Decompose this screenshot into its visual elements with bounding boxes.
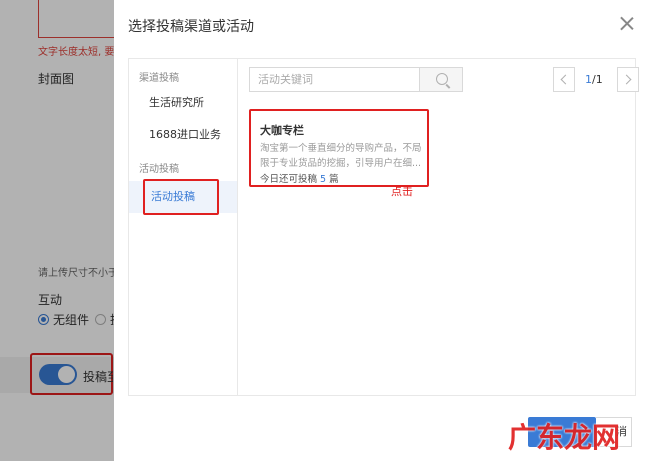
quota-prefix: 今日还可投稿 [260, 174, 318, 185]
card-quota: 今日还可投稿 5 篇 [260, 171, 339, 185]
activity-card[interactable]: 大咖专栏 淘宝第一个垂直细分的导购产品，不局 限于专业货品的挖掘，引导用户在细.… [249, 109, 429, 187]
current-page: 1 [585, 73, 592, 86]
close-icon[interactable] [620, 16, 634, 30]
card-desc-line1: 淘宝第一个垂直细分的导购产品，不局 [260, 143, 422, 154]
quota-count: 5 [320, 174, 327, 185]
channel-select-dialog: 选择投稿渠道或活动 渠道投稿 生活研究所 1688进口业务 活动投稿 活动投稿 … [114, 0, 650, 461]
next-page-button[interactable] [617, 67, 639, 92]
sidebar-item-life-lab[interactable]: 生活研究所 [129, 87, 237, 119]
click-annotation: 点击 [391, 185, 413, 198]
sidebar-highlight-box [143, 179, 219, 215]
prev-page-button[interactable] [553, 67, 575, 92]
channel-sidebar: 渠道投稿 生活研究所 1688进口业务 活动投稿 活动投稿 [129, 59, 238, 395]
search-icon [436, 73, 448, 85]
total-pages: /1 [592, 73, 603, 86]
sidebar-group-channels: 渠道投稿 [139, 73, 179, 84]
chevron-right-icon [621, 74, 632, 85]
sidebar-item-1688-import[interactable]: 1688进口业务 [129, 119, 237, 151]
dialog-title: 选择投稿渠道或活动 [128, 19, 254, 35]
page-indicator: 1/1 [585, 73, 603, 86]
quota-suffix: 篇 [329, 174, 339, 185]
watermark-logo: 广东龙网 [508, 421, 621, 454]
search-button[interactable] [419, 67, 463, 92]
chevron-left-icon [560, 74, 571, 85]
dialog-panel: 渠道投稿 生活研究所 1688进口业务 活动投稿 活动投稿 1/1 大咖专栏 淘… [128, 58, 639, 396]
card-desc-line2: 限于专业货品的挖掘，引导用户在细... [260, 158, 422, 169]
activity-search-input[interactable] [249, 67, 419, 92]
card-title: 大咖专栏 [260, 124, 304, 137]
card-description: 淘宝第一个垂直细分的导购产品，不局 限于专业货品的挖掘，引导用户在细... [260, 141, 422, 171]
sidebar-group-activities: 活动投稿 [139, 164, 179, 175]
